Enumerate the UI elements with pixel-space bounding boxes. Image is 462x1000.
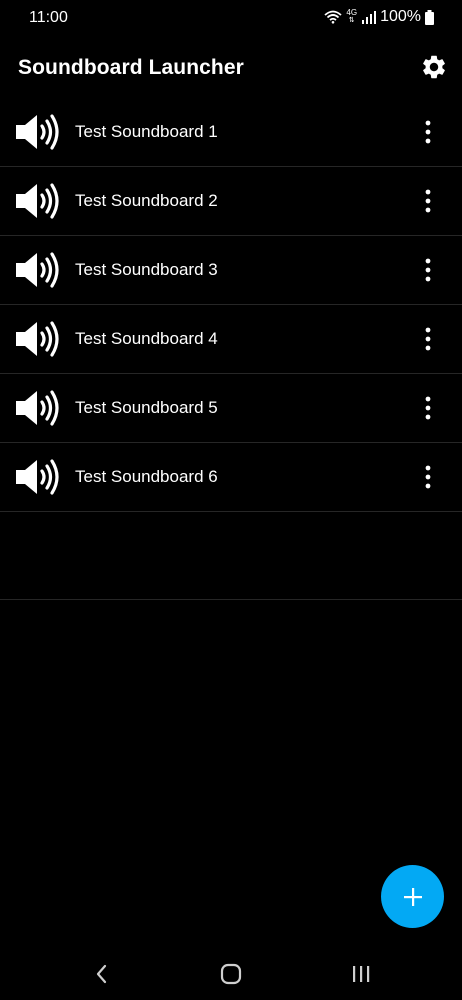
- list-item-label: Test Soundboard 2: [75, 191, 218, 210]
- list-divider: [0, 599, 462, 600]
- soundboard-item-3[interactable]: Test Soundboard 3: [0, 236, 462, 305]
- status-icons: 4G ⇅ 100%: [324, 8, 434, 26]
- speaker-icon: [16, 183, 59, 219]
- more-options-button[interactable]: [414, 254, 442, 286]
- soundboard-item-5[interactable]: Test Soundboard 5: [0, 374, 462, 443]
- soundboard-item-6[interactable]: Test Soundboard 6: [0, 443, 462, 512]
- back-button[interactable]: [90, 962, 114, 986]
- more-vert-icon: [425, 327, 431, 351]
- soundboard-item-4[interactable]: Test Soundboard 4: [0, 305, 462, 374]
- more-options-button[interactable]: [414, 323, 442, 355]
- add-soundboard-button[interactable]: [381, 865, 444, 928]
- wifi-icon: [324, 10, 342, 24]
- speaker-icon: [16, 459, 59, 495]
- more-options-button[interactable]: [414, 392, 442, 424]
- speaker-icon: [16, 114, 59, 150]
- list-item-label: Test Soundboard 4: [75, 329, 218, 348]
- gear-icon: [423, 55, 445, 79]
- more-options-button[interactable]: [414, 116, 442, 148]
- more-options-button[interactable]: [414, 185, 442, 217]
- more-vert-icon: [425, 120, 431, 144]
- network-4g-icon: 4G ⇅: [346, 8, 358, 25]
- battery-icon: [425, 9, 434, 25]
- navigation-bar: [0, 948, 462, 1000]
- signal-icon: [362, 10, 377, 24]
- page-title: Soundboard Launcher: [18, 56, 244, 79]
- more-vert-icon: [425, 189, 431, 213]
- more-options-button[interactable]: [414, 461, 442, 493]
- back-icon: [96, 964, 107, 984]
- soundboard-item-2[interactable]: Test Soundboard 2: [0, 167, 462, 236]
- app-bar: Soundboard Launcher: [0, 36, 462, 100]
- more-vert-icon: [425, 465, 431, 489]
- soundboard-item-1[interactable]: Test Soundboard 1: [0, 98, 462, 167]
- speaker-icon: [16, 321, 59, 357]
- battery-percent: 100%: [380, 8, 421, 25]
- list-item-label: Test Soundboard 6: [75, 467, 218, 486]
- settings-button[interactable]: [420, 53, 448, 81]
- home-button[interactable]: [219, 962, 243, 986]
- plus-icon: [403, 887, 422, 906]
- network-type-label: 4G: [346, 8, 358, 17]
- more-vert-icon: [425, 258, 431, 282]
- soundboard-list: Test Soundboard 1 Test Soundboard 2 Test…: [0, 98, 462, 512]
- recents-button[interactable]: [349, 962, 373, 986]
- status-time: 11:00: [29, 9, 68, 26]
- more-vert-icon: [425, 396, 431, 420]
- status-bar: 11:00 4G ⇅ 100%: [0, 0, 462, 36]
- speaker-icon: [16, 252, 59, 288]
- recents-icon: [353, 966, 370, 982]
- speaker-icon: [16, 390, 59, 426]
- list-item-label: Test Soundboard 3: [75, 260, 218, 279]
- home-icon: [220, 963, 242, 985]
- list-item-label: Test Soundboard 5: [75, 398, 218, 417]
- list-item-label: Test Soundboard 1: [75, 122, 218, 141]
